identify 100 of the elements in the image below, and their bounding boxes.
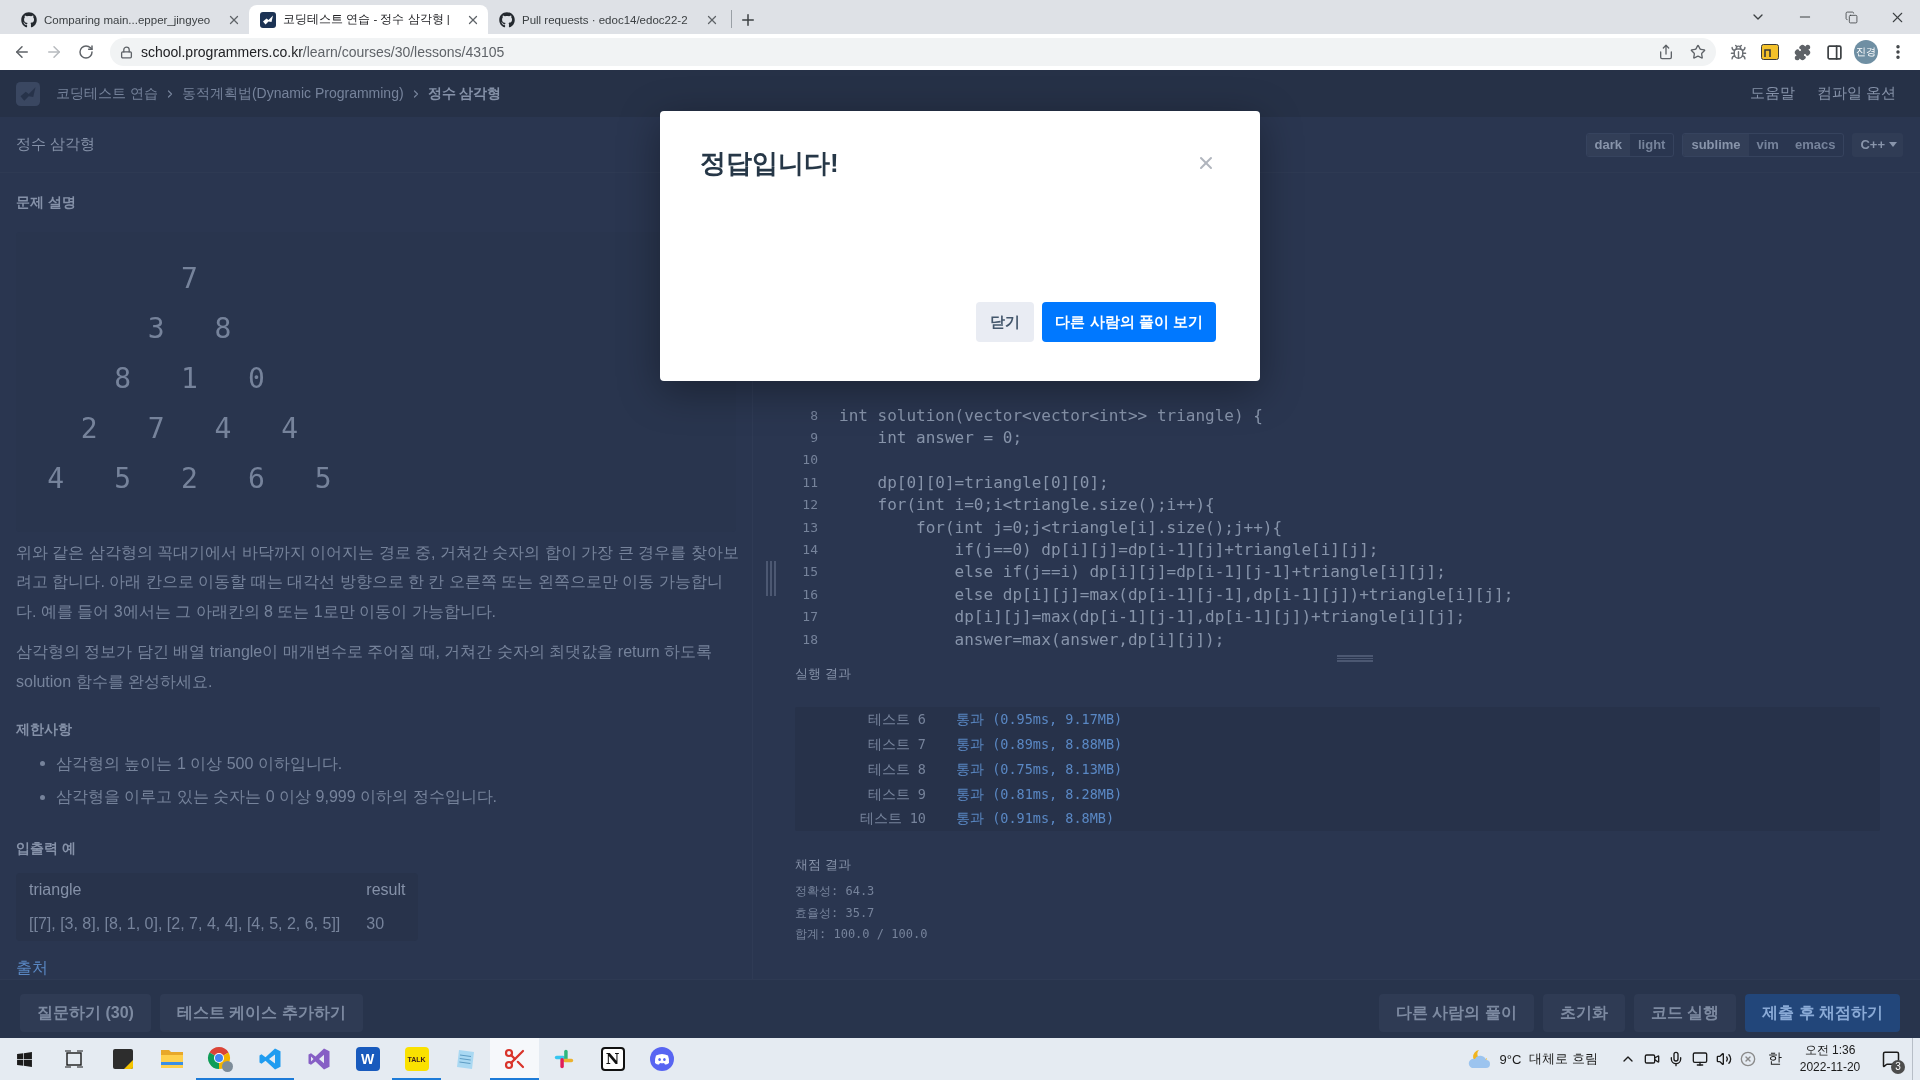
code-line: else if(j==i) dp[i][j]=dp[i-1][j-1]+triangle[i][j]; <box>954 562 1446 582</box>
bullet-icon <box>40 761 45 767</box>
test-result: 통과 (0.91ms, 8.8MB) <box>956 809 1115 829</box>
star-icon[interactable] <box>1690 44 1706 60</box>
taskbar-app[interactable]: W <box>343 1038 392 1080</box>
theme-option[interactable]: light <box>1629 133 1674 156</box>
problem-title: 정수 삼각형 <box>16 135 96 154</box>
bird-logo-icon <box>260 11 276 28</box>
action-button[interactable]: 다른 사람의 풀이 <box>1378 994 1534 1032</box>
microphone-icon[interactable] <box>1668 1051 1684 1067</box>
action-button[interactable]: 질문하기 (30) <box>20 994 151 1032</box>
dialog-title: 정답입니다! <box>700 147 839 179</box>
triangle-number: 8 <box>114 365 132 393</box>
submit-button[interactable]: 제출 후 채점하기 <box>1745 994 1900 1032</box>
test-result: 통과 (0.75ms, 8.13MB) <box>956 759 1123 779</box>
loop-ribbon-icon <box>306 1047 331 1071</box>
monitor-icon[interactable] <box>1692 1051 1708 1067</box>
triangle-number: 1 <box>181 365 198 393</box>
table-header: triangle <box>28 879 83 900</box>
table-header: result <box>365 879 407 900</box>
browser-tab[interactable]: Comparing main...epper_jingyeo <box>10 5 249 34</box>
language-select[interactable]: C++ <box>1852 132 1903 157</box>
triangle-number: 0 <box>247 365 265 393</box>
line-number: 9 <box>809 430 818 446</box>
browser-tab[interactable]: 코딩테스트 연습 - 정수 삼각형 | <box>249 5 488 34</box>
pinwheel-icon <box>552 1048 575 1070</box>
reload-icon[interactable] <box>78 44 94 60</box>
weather-button[interactable]: 9°C 대체로 흐림 <box>1465 1038 1616 1080</box>
side-panel-icon[interactable] <box>1825 43 1843 61</box>
test-label: 테스트 6 <box>867 710 926 730</box>
cat-logo-icon <box>499 11 515 28</box>
section-heading: 실행 결과 <box>795 666 851 683</box>
clock-button[interactable]: 오전 1:36 2022-11-20 <box>1790 1038 1870 1080</box>
table-cell-text: [[7], [3, 8], [8, 1, 0], [2, 7, 4, 4], [4, 5, 2, 6, 5]] <box>28 913 342 934</box>
message-icon <box>1882 1050 1900 1068</box>
triangle-number: 7 <box>181 265 198 293</box>
puzzle-icon[interactable] <box>1793 43 1811 61</box>
header-link[interactable]: 도움말 <box>1749 84 1795 103</box>
line-number: 18 <box>801 631 818 647</box>
breadcrumb-link[interactable]: 코딩테스트 연습 <box>56 84 158 103</box>
tile-icon[interactable] <box>1761 44 1779 60</box>
controller-icon <box>649 1047 674 1071</box>
restore-icon[interactable] <box>1844 10 1858 24</box>
triangle-number: 4 <box>281 415 299 443</box>
section-heading: 입출력 예 <box>16 838 76 858</box>
breadcrumb-link[interactable]: 동적계획법(Dynamic Programming) <box>181 84 404 103</box>
line-number: 13 <box>801 519 818 535</box>
code-line: if(j==0) dp[i][j]=dp[i-1][j]+triangle[i][j]; <box>954 540 1379 560</box>
action-button[interactable]: 테스트 케이스 추가하기 <box>159 994 363 1032</box>
keymap-option[interactable]: emacs <box>1786 133 1844 156</box>
test-result: 통과 (0.95ms, 9.17MB) <box>956 710 1123 730</box>
start-icon <box>16 1050 33 1068</box>
address-field[interactable]: school.programmers.co.kr/learn/courses/30/lessons/43105 <box>110 38 1716 66</box>
code-line: int solution(vector<vector<int>> triangle) { <box>839 405 1263 425</box>
code-line: int answer = 0; <box>877 428 1023 448</box>
browser-icon <box>207 1045 234 1073</box>
section-heading: 제한사항 <box>16 720 72 740</box>
task-view-icon <box>63 1050 84 1068</box>
keymap-option[interactable]: sublime <box>1683 133 1749 156</box>
triangle-number: 5 <box>114 465 132 493</box>
resize-handle[interactable] <box>766 561 776 596</box>
browser-tab[interactable]: Pull requests · edoc14/edoc22-2 <box>488 5 727 34</box>
source-link[interactable]: 출처 <box>16 956 48 979</box>
header-link[interactable]: 컴파일 옵션 <box>1816 84 1896 103</box>
action-button[interactable]: 코드 실행 <box>1633 994 1737 1032</box>
breadcrumb-link[interactable]: 정수 삼각형 <box>427 84 502 103</box>
action-button[interactable]: 초기화 <box>1542 994 1625 1032</box>
back-icon[interactable] <box>13 43 31 61</box>
close-button[interactable]: 닫기 <box>976 302 1035 342</box>
notification-button[interactable]: 3 <box>1870 1038 1912 1080</box>
camera-icon[interactable] <box>1644 1051 1660 1067</box>
input-method-button[interactable]: 한 <box>1760 1038 1790 1080</box>
share-icon[interactable] <box>1658 44 1674 60</box>
line-number: 14 <box>801 542 818 558</box>
bullet-icon <box>40 794 45 800</box>
sticky-note-icon <box>110 1047 135 1071</box>
speaker-icon[interactable] <box>1716 1051 1732 1067</box>
primary-button[interactable]: 다른 사람의 풀이 보기 <box>1042 302 1216 342</box>
code-line: dp[i][j]=max(dp[i-1][j-1],dp[i-1][j])+triangle[i][j]; <box>954 607 1466 627</box>
description-paragraph: 삼각형의 정보가 담긴 배열 triangle이 매개변수로 주어질 때, 거쳐간 숫자의 최댓값을 return 하도록 solution 함수를 완성하세요. <box>16 642 714 692</box>
code-line: answer=max(answer,dp[i][j]); <box>954 629 1225 649</box>
triangle-number: 4 <box>214 415 232 443</box>
keymap-option[interactable]: vim <box>1748 133 1787 156</box>
taskbar-app[interactable]: N <box>588 1038 637 1080</box>
notification-count: 3 <box>1891 1060 1905 1074</box>
x-circle-icon[interactable] <box>1740 1051 1756 1067</box>
theme-option[interactable]: dark <box>1586 133 1630 156</box>
bug-icon[interactable] <box>1729 43 1747 61</box>
lock-icon <box>120 45 133 59</box>
folder-icon <box>159 1048 184 1070</box>
code-line: dp[0][0]=triangle[0][0]; <box>877 472 1109 492</box>
constraint-text: 삼각형의 높이는 1 이상 500 이하입니다. <box>56 754 343 775</box>
section-heading: 문제 설명 <box>16 193 76 212</box>
score-line: 정확성: 64.3 <box>795 883 875 901</box>
code-line: for(int i=0;i<triangle.size();i++){ <box>877 495 1215 515</box>
description-paragraph: 위와 같은 삼각형의 꼭대기에서 바닥까지 이어지는 경로 중, 거쳐간 숫자의 합이 가장 큰 경우를 찾아보려고 합니다. 아래 칸으로 이동할 때는 대각선 방향으로 한 칸 오른쪽 또는 왼쪽으로만 이동 가능합니다. 예를 들어 3에서는 그 아래칸의 8 또는 1로만 이동이 가능합니다. <box>16 543 740 622</box>
resize-handle[interactable] <box>1336 654 1373 662</box>
profile-avatar[interactable]: 진경 <box>1854 40 1878 64</box>
app-logo: W <box>355 1047 380 1071</box>
scissors-icon <box>502 1047 527 1071</box>
